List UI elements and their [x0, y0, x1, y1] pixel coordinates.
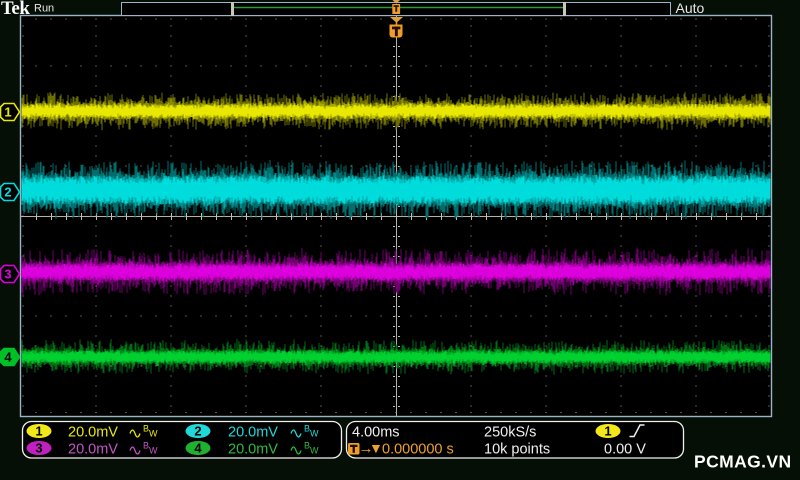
svg-text:PCMAG.VN: PCMAG.VN [694, 452, 792, 472]
svg-text:Tek: Tek [1, 0, 30, 19]
svg-text:4.00ms: 4.00ms [352, 425, 400, 441]
svg-text:20.0mV: 20.0mV [228, 425, 278, 441]
svg-text:4: 4 [4, 350, 12, 365]
svg-text:Run: Run [34, 3, 54, 15]
svg-text:1: 1 [35, 424, 42, 439]
svg-text:W: W [149, 429, 158, 439]
svg-text:0.00 V: 0.00 V [604, 442, 646, 458]
svg-text:W: W [310, 429, 319, 439]
svg-text:20.0mV: 20.0mV [68, 425, 118, 441]
svg-text:0.000000 s: 0.000000 s [382, 442, 454, 458]
svg-text:W: W [310, 446, 319, 456]
svg-text:▼: ▼ [369, 440, 383, 456]
svg-text:3: 3 [35, 441, 42, 456]
svg-text:10k points: 10k points [484, 442, 550, 458]
svg-text:Auto: Auto [676, 0, 705, 16]
svg-text:20.0mV: 20.0mV [68, 442, 118, 458]
svg-text:20.0mV: 20.0mV [228, 442, 278, 458]
svg-text:1: 1 [4, 105, 11, 120]
svg-text:3: 3 [4, 267, 11, 282]
svg-text:1: 1 [604, 424, 611, 439]
svg-text:4: 4 [194, 441, 202, 456]
svg-text:2: 2 [4, 185, 11, 200]
svg-text:2: 2 [194, 424, 201, 439]
svg-text:250kS/s: 250kS/s [484, 425, 536, 441]
svg-text:W: W [149, 446, 158, 456]
